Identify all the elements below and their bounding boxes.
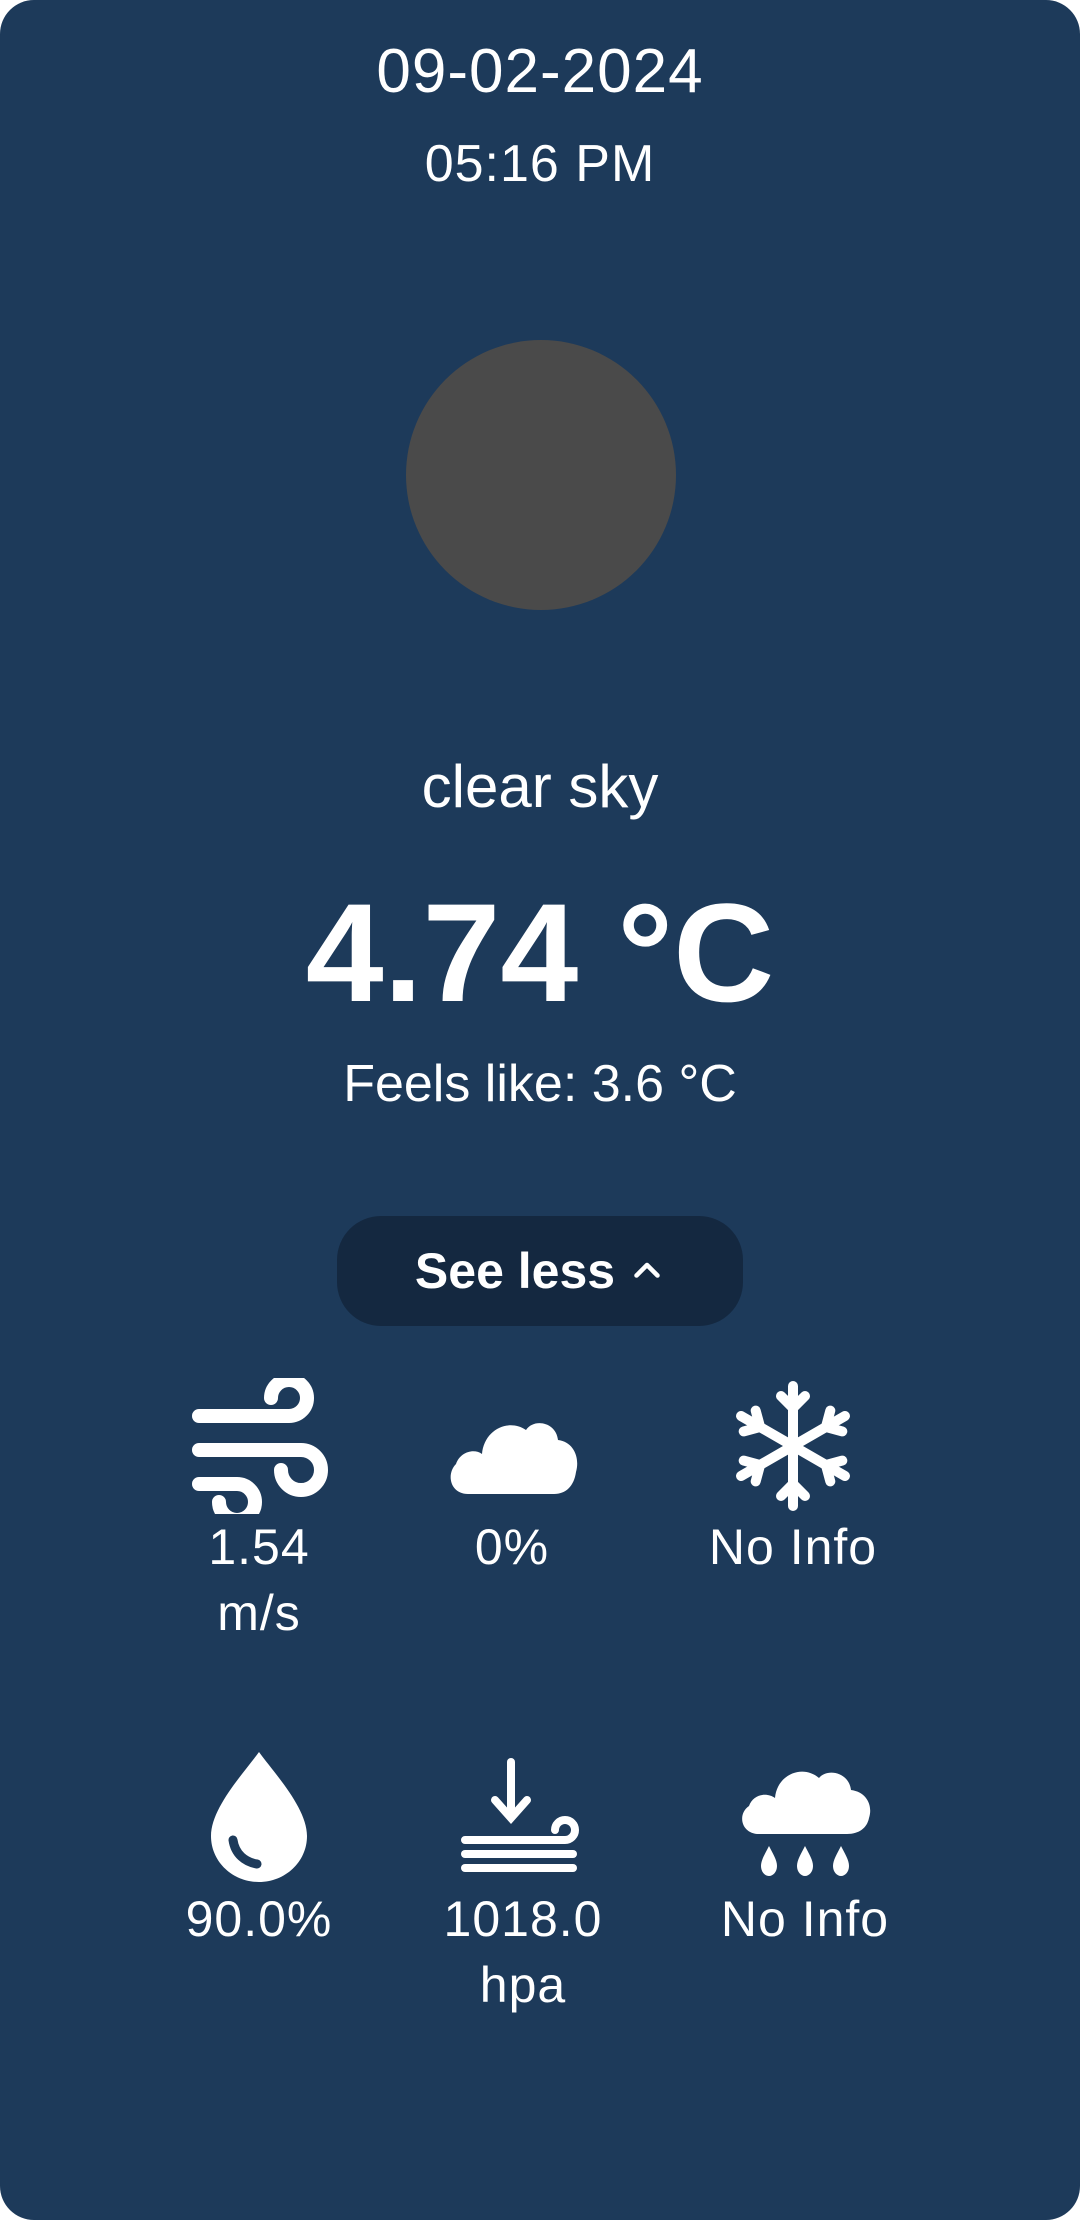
snowflake-icon bbox=[736, 1381, 850, 1511]
see-less-button[interactable]: See less bbox=[337, 1216, 743, 1326]
feels-like-label: Feels like: 3.6 °C bbox=[343, 1055, 737, 1113]
chevron-up-icon bbox=[634, 1262, 660, 1278]
wind-icon bbox=[192, 1378, 328, 1514]
water-drop-icon bbox=[211, 1752, 307, 1882]
temperature-value: 4.74 °C bbox=[305, 874, 775, 1031]
rain-value: No Info bbox=[720, 1891, 890, 1947]
weather-icon-placeholder bbox=[406, 340, 676, 610]
weather-description: clear sky bbox=[421, 753, 659, 820]
time-label: 05:16 PM bbox=[424, 135, 656, 193]
wind-value: 1.54 m/s bbox=[208, 1519, 310, 1641]
clouds-stat: 0% bbox=[392, 1378, 632, 1580]
pressure-value: 1018.0 hpa bbox=[443, 1891, 603, 2013]
wind-stat: 1.54 m/s bbox=[139, 1378, 379, 1646]
rain-cloud-icon bbox=[742, 1771, 871, 1876]
snow-stat: No Info bbox=[673, 1378, 913, 1580]
date-label: 09-02-2024 bbox=[376, 37, 704, 106]
air-pressure-icon bbox=[461, 1758, 579, 1872]
see-less-label: See less bbox=[414, 1243, 616, 1299]
clouds-value: 0% bbox=[474, 1519, 550, 1575]
snow-value: No Info bbox=[708, 1519, 878, 1575]
pressure-stat: 1018.0 hpa bbox=[403, 1750, 643, 2018]
cloud-icon bbox=[450, 1423, 578, 1494]
humidity-stat: 90.0% bbox=[139, 1750, 379, 1952]
humidity-value: 90.0% bbox=[185, 1891, 333, 1947]
rain-stat: No Info bbox=[685, 1750, 925, 1952]
weather-card: 09-02-2024 05:16 PM clear sky 4.74 °C Fe… bbox=[0, 0, 1080, 2220]
